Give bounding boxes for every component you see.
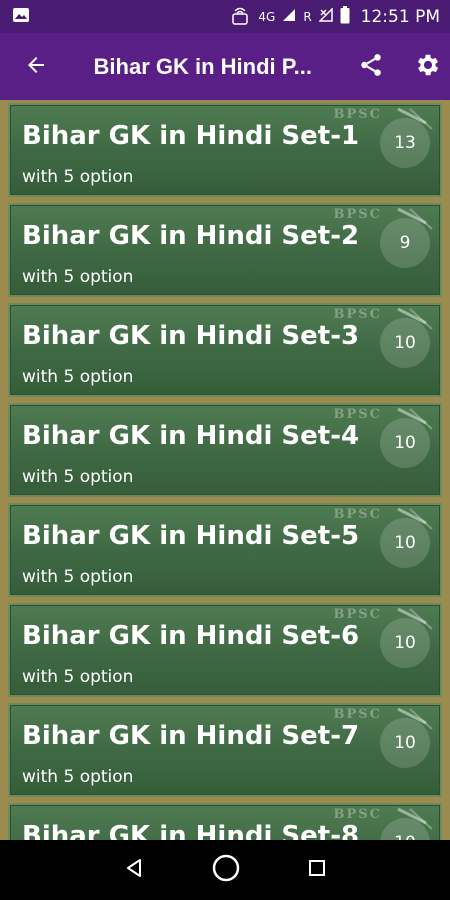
bpsc-watermark: BPSC (333, 407, 382, 422)
set-title: Bihar GK in Hindi Set-1 (22, 121, 360, 151)
status-bar: 4G R 12:51 PM (0, 0, 450, 33)
set-subtitle: with 5 option (22, 567, 134, 587)
bpsc-watermark: BPSC (333, 207, 382, 222)
question-count-badge: 10 (380, 518, 430, 568)
gear-icon (414, 51, 442, 83)
set-title: Bihar GK in Hindi Set-2 (22, 221, 360, 251)
set-title: Bihar GK in Hindi Set-4 (22, 421, 360, 451)
set-title: Bihar GK in Hindi Set-3 (22, 321, 360, 351)
set-title: Bihar GK in Hindi Set-5 (22, 521, 360, 551)
question-count-badge: 13 (380, 118, 430, 168)
triangle-back-icon (127, 859, 141, 877)
bpsc-watermark: BPSC (333, 607, 382, 622)
bpsc-watermark: BPSC (333, 307, 382, 322)
list-item[interactable]: BPSC Bihar GK in Hindi Set-8 10 (8, 803, 442, 840)
list-item[interactable]: BPSC Bihar GK in Hindi Set-3 with 5 opti… (8, 303, 442, 397)
list-item[interactable]: BPSC Bihar GK in Hindi Set-7 with 5 opti… (8, 703, 442, 797)
circle-home-icon (212, 854, 240, 882)
list-item[interactable]: BPSC Bihar GK in Hindi Set-6 with 5 opti… (8, 603, 442, 697)
app-toolbar: Bihar GK in Hindi P... (0, 33, 450, 100)
set-subtitle: with 5 option (22, 267, 134, 287)
image-notification-icon (12, 7, 30, 27)
quiz-set-list: BPSC Bihar GK in Hindi Set-1 with 5 opti… (0, 100, 450, 840)
bpsc-watermark: BPSC (333, 107, 382, 122)
signal-icon (282, 8, 296, 25)
list-item[interactable]: BPSC Bihar GK in Hindi Set-4 with 5 opti… (8, 403, 442, 497)
battery-icon (340, 6, 350, 27)
set-subtitle: with 5 option (22, 467, 134, 487)
page-title: Bihar GK in Hindi P... (93, 53, 312, 79)
no-signal-icon (317, 7, 333, 25)
list-item[interactable]: BPSC Bihar GK in Hindi Set-2 with 5 opti… (8, 203, 442, 297)
status-time: 12:51 PM (360, 6, 440, 27)
bpsc-watermark: BPSC (333, 707, 382, 722)
question-count-badge: 10 (380, 418, 430, 468)
set-subtitle: with 5 option (22, 667, 134, 687)
list-item[interactable]: BPSC Bihar GK in Hindi Set-1 with 5 opti… (8, 103, 442, 197)
square-recents-icon (309, 860, 325, 876)
volte-icon (231, 4, 251, 29)
settings-button[interactable] (406, 45, 450, 89)
share-button[interactable] (349, 45, 393, 89)
back-arrow-icon (24, 53, 48, 81)
bpsc-watermark: BPSC (333, 807, 382, 822)
set-title: Bihar GK in Hindi Set-6 (22, 621, 360, 651)
back-button[interactable] (14, 45, 58, 89)
list-item[interactable]: BPSC Bihar GK in Hindi Set-5 with 5 opti… (8, 503, 442, 597)
roaming-label: R (303, 9, 312, 24)
share-icon (358, 52, 384, 82)
set-subtitle: with 5 option (22, 167, 134, 187)
nav-recents-button[interactable] (307, 858, 327, 882)
set-subtitle: with 5 option (22, 367, 134, 387)
system-navigation-bar (0, 840, 450, 900)
network-type-label: 4G (258, 9, 276, 24)
question-count-badge: 9 (380, 218, 430, 268)
set-subtitle: with 5 option (22, 767, 134, 787)
question-count-badge: 10 (380, 718, 430, 768)
bpsc-watermark: BPSC (333, 507, 382, 522)
nav-back-button[interactable] (123, 857, 145, 883)
question-count-badge: 10 (380, 318, 430, 368)
set-title: Bihar GK in Hindi Set-8 (22, 821, 360, 840)
set-title: Bihar GK in Hindi Set-7 (22, 721, 360, 751)
question-count-badge: 10 (380, 618, 430, 668)
nav-home-button[interactable] (211, 853, 241, 887)
